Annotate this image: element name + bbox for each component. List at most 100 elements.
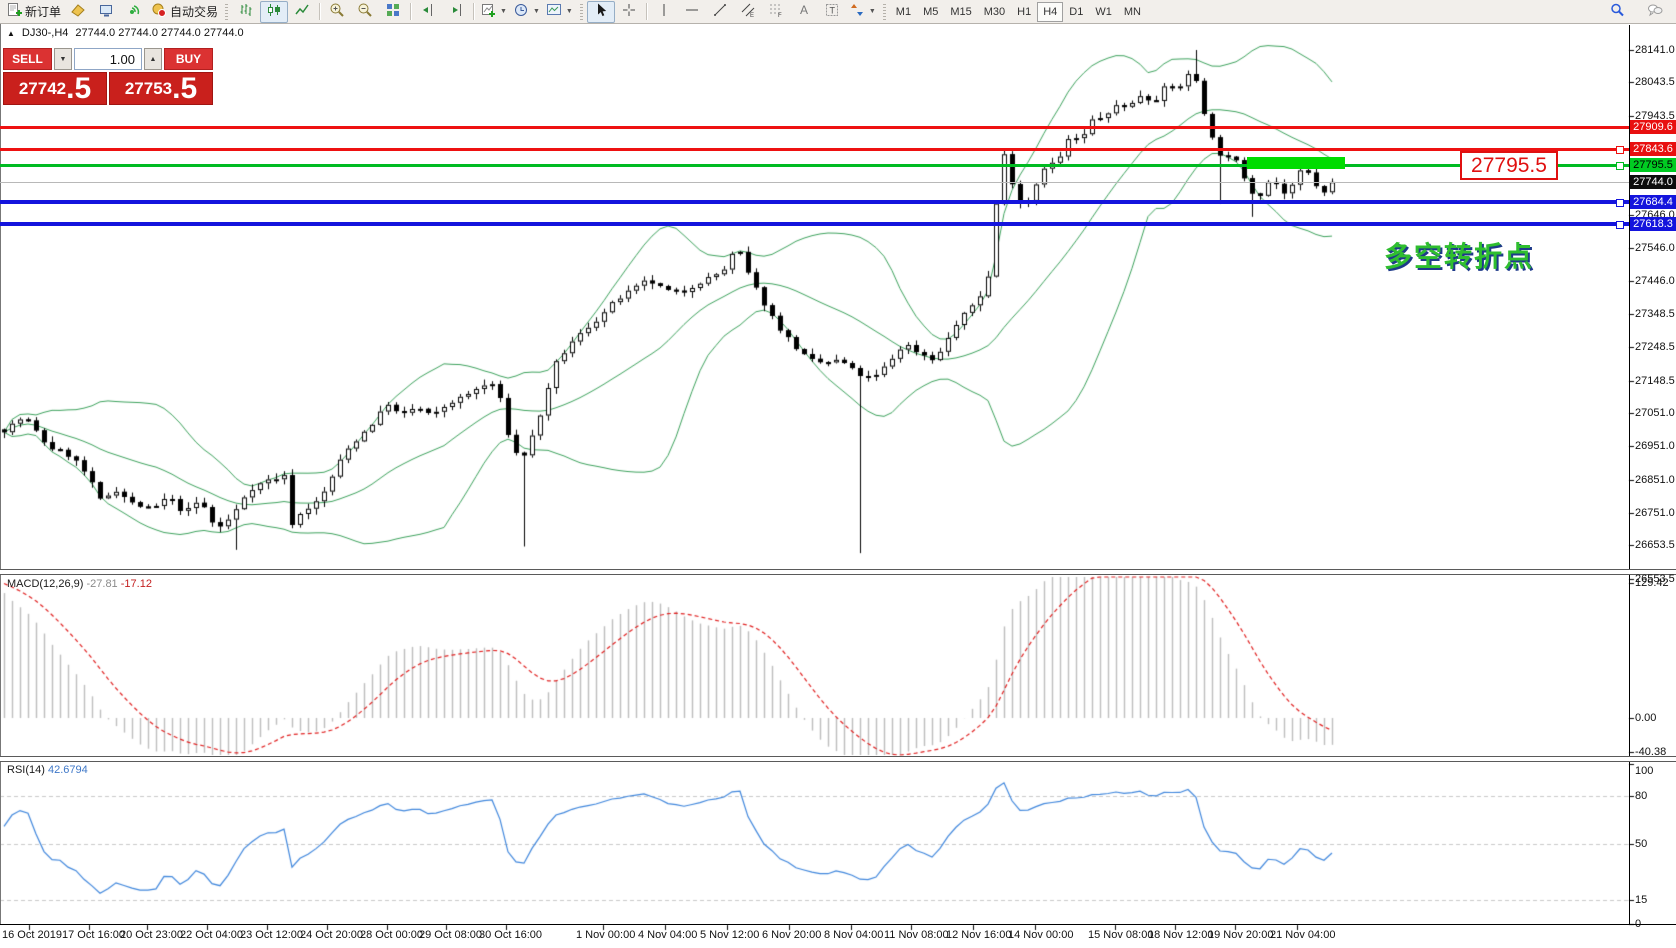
candlestick-button[interactable] xyxy=(260,1,288,23)
toolbar-drag-handle xyxy=(225,4,228,20)
rsi-value: 42.6794 xyxy=(48,764,88,776)
tf-mn-label: MN xyxy=(1124,6,1141,18)
price-badge: 27843.6 xyxy=(1630,142,1676,156)
buy-button[interactable]: BUY xyxy=(164,48,213,70)
crosshair-button[interactable] xyxy=(615,1,643,23)
tf-h4[interactable]: H4 xyxy=(1037,2,1063,22)
font-icon: A xyxy=(796,2,812,21)
sell-price-fraction: .5 xyxy=(66,75,91,103)
auto-scroll-button[interactable] xyxy=(442,1,470,23)
macd-signal-value: -17.12 xyxy=(121,578,152,590)
time-axis-label: 24 Oct 20:00 xyxy=(300,929,363,941)
line-end-marker xyxy=(1616,199,1624,207)
sell-price-main: 27742 xyxy=(19,79,66,99)
signals-button[interactable] xyxy=(120,1,148,23)
fibonacci-icon: F xyxy=(768,2,784,21)
dropdown-arrow-icon: ▼ xyxy=(500,8,507,15)
market-watch-button[interactable] xyxy=(64,1,92,23)
horizontal-line-object[interactable] xyxy=(0,164,1629,167)
horizontal-line-button[interactable] xyxy=(678,1,706,23)
pane-separator-rsi[interactable] xyxy=(0,756,1676,762)
volume-input[interactable] xyxy=(74,48,142,70)
tf-h1[interactable]: H1 xyxy=(1011,2,1037,22)
svg-text:T: T xyxy=(829,6,835,16)
rsi-name: RSI(14) xyxy=(7,764,45,776)
tf-m1[interactable]: M1 xyxy=(890,2,917,22)
time-axis-label: 15 Nov 08:00 xyxy=(1088,929,1153,941)
pane-separator-macd[interactable] xyxy=(0,569,1676,575)
sell-button[interactable]: SELL xyxy=(3,48,52,70)
tf-m5[interactable]: M5 xyxy=(917,2,944,22)
tf-d1[interactable]: D1 xyxy=(1063,2,1089,22)
tf-m30[interactable]: M30 xyxy=(978,2,1011,22)
periods-button[interactable]: ▼ xyxy=(510,1,543,23)
tf-m15[interactable]: M15 xyxy=(944,2,977,22)
price-badge: 27909.6 xyxy=(1630,120,1676,134)
chat-button[interactable] xyxy=(1641,1,1669,23)
annotation-text[interactable]: 多空转折点 xyxy=(1384,235,1534,275)
tf-w1-label: W1 xyxy=(1095,6,1112,18)
templates-button[interactable]: ▼ xyxy=(543,1,576,23)
macd-label: MACD(12,26,9) -27.81 -17.12 xyxy=(7,578,152,590)
tile-windows-button[interactable] xyxy=(379,1,407,23)
text-button[interactable]: A xyxy=(790,1,818,23)
symbol-search-button[interactable] xyxy=(1603,1,1631,23)
new-order-button[interactable]: 新订单 xyxy=(3,1,64,23)
price-tick-label: 27248.5 xyxy=(1635,341,1675,353)
zoom-out-icon xyxy=(357,2,373,21)
bar-chart-button[interactable] xyxy=(232,1,260,23)
tf-mn[interactable]: MN xyxy=(1118,2,1147,22)
toolbar-drag-handle xyxy=(580,4,583,20)
chart-surface[interactable] xyxy=(0,0,1676,948)
volume-increase-button[interactable]: ▲ xyxy=(144,48,162,70)
time-axis-label: 8 Nov 04:00 xyxy=(824,929,883,941)
horizontal-line-object[interactable] xyxy=(0,182,1629,183)
symbol-search-icon xyxy=(1609,2,1625,21)
terminal-button[interactable] xyxy=(92,1,120,23)
cursor-button[interactable] xyxy=(587,1,615,23)
price-badge: 27618.3 xyxy=(1630,217,1676,231)
terminal-icon xyxy=(98,2,114,21)
horizontal-line-object[interactable] xyxy=(0,200,1629,204)
arrows-button[interactable]: ▼ xyxy=(846,1,879,23)
buy-price-button[interactable]: 27753 .5 xyxy=(109,72,213,105)
time-axis-label: 11 Nov 08:00 xyxy=(884,929,949,941)
crosshair-icon xyxy=(621,2,637,21)
rsi-tick-label: 100 xyxy=(1635,765,1653,777)
trendline-button[interactable] xyxy=(706,1,734,23)
line-chart-button[interactable] xyxy=(288,1,316,23)
time-axis-label: 19 Nov 20:00 xyxy=(1208,929,1273,941)
new-chart-button[interactable]: ▼ xyxy=(477,1,510,23)
text-label-button[interactable]: T xyxy=(818,1,846,23)
market-watch-icon xyxy=(70,2,86,21)
rsi-label: RSI(14) 42.6794 xyxy=(7,764,88,776)
horizontal-line-object[interactable] xyxy=(0,222,1629,226)
horizontal-line-object[interactable] xyxy=(0,148,1629,151)
arrows-icon xyxy=(849,2,865,21)
price-tick-label: 26951.0 xyxy=(1635,440,1675,452)
price-badge: 27684.4 xyxy=(1630,195,1676,209)
text-label-icon: T xyxy=(824,2,840,21)
price-badge: 27744.0 xyxy=(1630,175,1676,189)
tf-w1[interactable]: W1 xyxy=(1089,2,1118,22)
highlight-zone-rect[interactable] xyxy=(1247,157,1345,169)
macd-tick-label: 0.00 xyxy=(1635,712,1656,724)
ohlc-values: 27744.0 27744.0 27744.0 27744.0 xyxy=(75,27,243,39)
collapse-panel-icon[interactable]: ▲ xyxy=(7,29,15,38)
zoom-out-button[interactable] xyxy=(351,1,379,23)
price-callout-box[interactable]: 27795.5 xyxy=(1460,151,1558,180)
toolbar-right-group xyxy=(1603,1,1673,23)
main-toolbar: 新订单自动交易▼▼▼EFAT▼M1M5M15M30H1H4D1W1MN xyxy=(0,0,1676,24)
horizontal-line-icon xyxy=(684,2,700,21)
fibonacci-button[interactable]: F xyxy=(762,1,790,23)
horizontal-line-object[interactable] xyxy=(0,126,1629,129)
volume-decrease-button[interactable]: ▼ xyxy=(54,48,72,70)
sell-price-button[interactable]: 27742 .5 xyxy=(3,72,107,105)
zoom-in-button[interactable] xyxy=(323,1,351,23)
autotrading-button[interactable]: 自动交易 xyxy=(148,1,221,23)
toolbar-separator xyxy=(646,3,647,20)
equidistant-channel-button[interactable]: E xyxy=(734,1,762,23)
time-axis-label: 18 Nov 12:00 xyxy=(1148,929,1213,941)
vertical-line-button[interactable] xyxy=(650,1,678,23)
chart-shift-button[interactable] xyxy=(414,1,442,23)
